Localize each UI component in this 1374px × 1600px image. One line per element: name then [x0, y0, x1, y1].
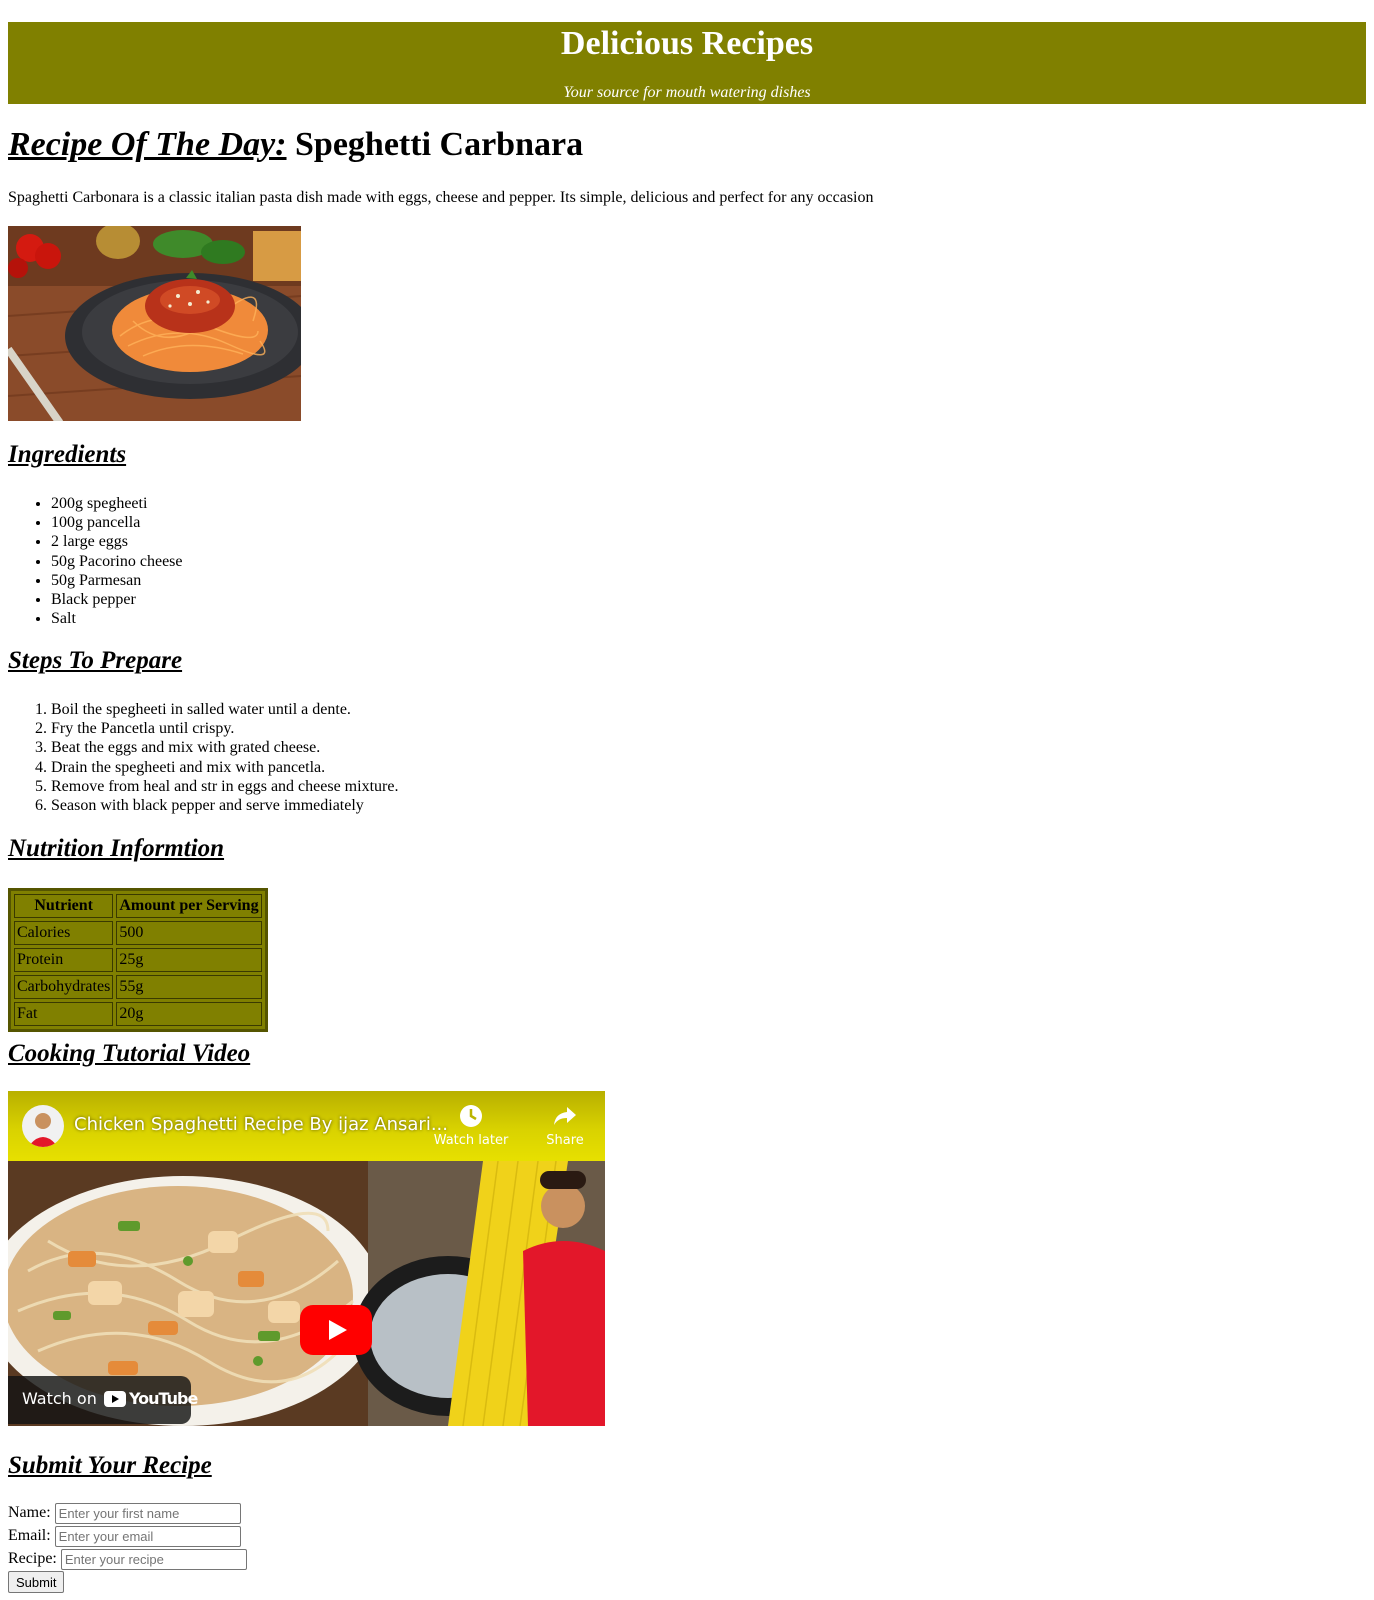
nutrition-table: Nutrient Amount per Serving Calories 500… — [8, 888, 268, 1032]
submit-recipe-heading: Submit Your Recipe — [8, 1452, 212, 1479]
email-field[interactable] — [54, 1525, 241, 1547]
clock-icon — [460, 1105, 482, 1127]
list-item: Fry the Pancetla until crispy. — [51, 719, 398, 738]
nutrient-cell: Carbohydrates — [14, 975, 114, 999]
list-item: Season with black pepper and serve immed… — [51, 796, 398, 815]
watch-on-youtube-button[interactable]: Watch on YouTube — [8, 1376, 198, 1424]
recipe-of-day-label: Recipe Of The Day: — [8, 126, 287, 163]
watch-on-label: Watch on — [22, 1389, 97, 1408]
spaghetti-image — [8, 226, 301, 421]
recipe-label: Recipe: — [8, 1550, 57, 1567]
watch-later-button[interactable]: Watch later — [431, 1103, 511, 1148]
recipe-name: Speghetti Carbnara — [295, 126, 584, 163]
list-item: Boil the spegheeti in salled water until… — [51, 700, 398, 719]
nutrient-cell: Protein — [14, 948, 114, 972]
share-icon — [554, 1107, 576, 1125]
video-heading: Cooking Tutorial Video — [8, 1040, 251, 1067]
youtube-logo-icon — [104, 1391, 126, 1407]
list-item: 50g Parmesan — [51, 571, 183, 590]
play-button-icon[interactable] — [300, 1305, 372, 1355]
list-item: 200g spegheeti — [51, 494, 183, 513]
ingredients-heading: Ingredients — [8, 441, 127, 468]
share-button[interactable]: Share — [525, 1103, 605, 1148]
email-row: Email: — [8, 1525, 241, 1547]
table-row: Calories 500 — [14, 921, 262, 945]
column-header: Amount per Serving — [116, 894, 262, 918]
amount-cell: 25g — [116, 948, 262, 972]
list-item: 100g pancella — [51, 513, 183, 532]
table-header-row: Nutrient Amount per Serving — [14, 894, 262, 918]
column-header: Nutrient — [14, 894, 114, 918]
nutrient-cell: Calories — [14, 921, 114, 945]
site-title: Delicious Recipes — [560, 25, 814, 62]
list-item: Salt — [51, 609, 183, 628]
amount-cell: 55g — [116, 975, 262, 999]
name-field[interactable] — [54, 1502, 241, 1524]
email-label: Email: — [8, 1527, 51, 1544]
recipe-field[interactable] — [60, 1548, 247, 1570]
submit-button[interactable]: Submit — [8, 1571, 65, 1593]
list-item: Black pepper — [51, 590, 183, 609]
recipe-row: Recipe: — [8, 1548, 247, 1570]
list-item: Remove from heal and str in eggs and che… — [51, 777, 398, 796]
table-row: Protein 25g — [14, 948, 262, 972]
video-title[interactable]: Chicken Spaghetti Recipe By ijaz Ansari.… — [74, 1114, 448, 1136]
table-row: Carbohydrates 55g — [14, 975, 262, 999]
list-item: 2 large eggs — [51, 532, 183, 551]
steps-heading: Steps To Prepare — [8, 647, 183, 674]
table-row: Fat 20g — [14, 1002, 262, 1026]
youtube-wordmark: YouTube — [129, 1389, 198, 1408]
recipe-of-day-heading: Recipe Of The Day: Speghetti Carbnara — [8, 124, 583, 166]
amount-cell: 20g — [116, 1002, 262, 1026]
list-item: 50g Pacorino cheese — [51, 552, 183, 571]
nutrient-cell: Fat — [14, 1002, 114, 1026]
name-row: Name: — [8, 1502, 241, 1524]
recipe-description: Spaghetti Carbonara is a classic italian… — [8, 189, 874, 206]
site-tagline: Your source for mouth watering dishes — [563, 84, 811, 101]
video-title-bar: Chicken Spaghetti Recipe By ijaz Ansari.… — [8, 1091, 605, 1161]
nutrition-heading: Nutrition Informtion — [8, 835, 225, 862]
youtube-embed[interactable]: Chicken Spaghetti Recipe By ijaz Ansari.… — [8, 1091, 605, 1426]
channel-avatar[interactable] — [22, 1105, 64, 1147]
list-item: Drain the spegheeti and mix with pancetl… — [51, 758, 398, 777]
amount-cell: 500 — [116, 921, 262, 945]
ingredients-list: 200g spegheeti 100g pancella 2 large egg… — [8, 494, 183, 628]
site-header: Delicious Recipes Your source for mouth … — [8, 22, 1366, 104]
name-label: Name: — [8, 1504, 51, 1521]
share-label: Share — [546, 1133, 584, 1148]
list-item: Beat the eggs and mix with grated cheese… — [51, 738, 398, 757]
watch-later-label: Watch later — [433, 1133, 509, 1148]
steps-list: Boil the spegheeti in salled water until… — [8, 700, 398, 815]
